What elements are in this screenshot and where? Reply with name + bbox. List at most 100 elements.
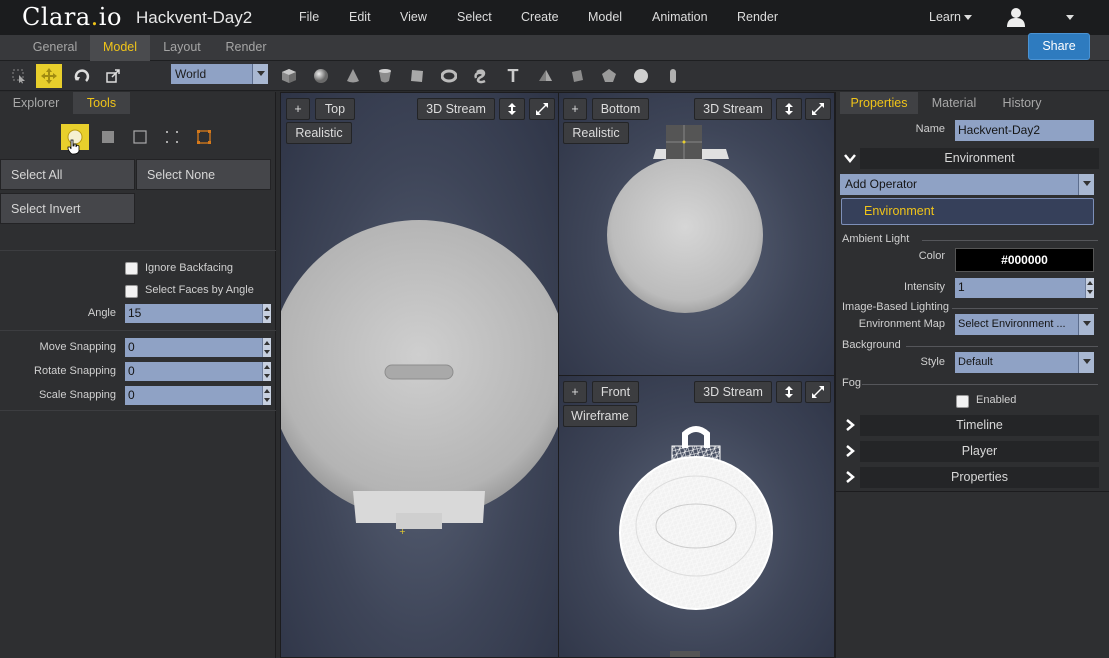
rotate-snapping-input[interactable]: 0	[125, 362, 271, 381]
environment-operator-item[interactable]: Environment	[841, 198, 1094, 225]
menu-file[interactable]: File	[299, 10, 319, 24]
viewport-front-shading-button[interactable]: Wireframe	[563, 405, 637, 427]
select-all-button[interactable]: Select All	[0, 159, 135, 190]
ball-icon[interactable]	[633, 68, 649, 84]
fog-enabled-checkbox[interactable]	[956, 395, 969, 408]
sphere-icon[interactable]	[313, 68, 329, 84]
tab-properties[interactable]: Properties	[840, 92, 918, 114]
clara-logo[interactable]: Clara.io	[22, 3, 122, 31]
tab-render[interactable]: Render	[214, 35, 278, 61]
scale-snapping-input[interactable]: 0	[125, 386, 271, 405]
ambient-color-swatch[interactable]: #000000	[955, 248, 1094, 272]
viewport-top-menu-button[interactable]: +	[286, 98, 310, 120]
spinner-arrows-icon[interactable]	[262, 338, 271, 357]
viewport-front-view-button[interactable]: Front	[592, 381, 639, 403]
menu-render[interactable]: Render	[737, 10, 778, 24]
viewport-top-shading-button[interactable]: Realistic	[286, 122, 352, 144]
viewport-top-view-button[interactable]: Top	[315, 98, 355, 120]
select-faces-by-angle-checkbox[interactable]	[125, 285, 138, 298]
user-menu-caret-icon[interactable]	[1066, 15, 1074, 20]
viewport-bottom-menu-button[interactable]: +	[563, 98, 587, 120]
player-group-header[interactable]: Player	[840, 441, 1099, 462]
spinner-arrows-icon[interactable]	[262, 304, 271, 323]
menu-edit[interactable]: Edit	[349, 10, 371, 24]
environment-map-select[interactable]: Select Environment ...	[955, 314, 1094, 335]
tab-tools[interactable]: Tools	[73, 92, 130, 114]
timeline-group-header[interactable]: Timeline	[840, 415, 1099, 436]
tab-general[interactable]: General	[21, 35, 89, 61]
coordinate-space-select[interactable]: World	[171, 64, 268, 84]
move-icon	[41, 68, 57, 84]
tab-history[interactable]: History	[990, 92, 1054, 114]
element-icon	[197, 130, 211, 144]
ignore-backfacing-checkbox[interactable]	[125, 262, 138, 275]
pyramid-icon[interactable]	[537, 68, 553, 84]
knot-icon[interactable]	[473, 68, 489, 84]
viewport-bottom[interactable]: + Bottom 3D Stream Realistic	[558, 92, 835, 376]
menu-animation[interactable]: Animation	[652, 10, 708, 24]
move-tool-button[interactable]	[36, 64, 62, 88]
menu-model[interactable]: Model	[588, 10, 622, 24]
viewport-front-maximize-vertical-button[interactable]	[776, 381, 802, 403]
spinner-arrows-icon[interactable]	[262, 362, 271, 381]
viewport-bottom-fullscreen-button[interactable]	[805, 98, 831, 120]
divider	[0, 250, 276, 251]
select-element-mode-button[interactable]	[190, 124, 218, 150]
angle-input[interactable]: 15	[125, 304, 271, 323]
menu-select[interactable]: Select	[457, 10, 492, 24]
plane-icon[interactable]	[409, 68, 425, 84]
viewport-bottom-stream-button[interactable]: 3D Stream	[694, 98, 772, 120]
tab-model[interactable]: Model	[90, 35, 150, 61]
tab-layout[interactable]: Layout	[151, 35, 213, 61]
torus-icon[interactable]	[441, 68, 457, 84]
share-button[interactable]: Share	[1028, 33, 1090, 60]
learn-menu[interactable]: Learn	[929, 10, 973, 24]
name-input[interactable]: Hackvent-Day2	[955, 120, 1094, 141]
text-icon[interactable]: T	[505, 67, 521, 85]
tab-material[interactable]: Material	[920, 92, 988, 114]
chevron-down-icon	[1078, 352, 1094, 373]
name-label: Name	[915, 123, 945, 135]
dodecahedron-icon[interactable]	[601, 68, 617, 84]
menu-view[interactable]: View	[400, 10, 427, 24]
cone-icon[interactable]	[345, 68, 361, 84]
capsule-icon[interactable]	[665, 68, 681, 84]
add-operator-select[interactable]: Add Operator	[840, 174, 1094, 195]
viewport-front[interactable]: + Front 3D Stream Wireframe	[558, 375, 835, 658]
select-invert-button[interactable]: Select Invert	[0, 193, 135, 224]
rotate-snapping-label: Rotate Snapping	[34, 365, 116, 377]
tab-explorer[interactable]: Explorer	[0, 92, 72, 114]
environment-group-header[interactable]: Environment	[840, 148, 1099, 169]
viewport-top-stream-button[interactable]: 3D Stream	[417, 98, 495, 120]
viewport-bottom-maximize-vertical-button[interactable]	[776, 98, 802, 120]
coordinate-space-value: World	[175, 67, 207, 81]
user-icon[interactable]	[1005, 6, 1027, 28]
spinner-arrows-icon[interactable]	[1085, 278, 1094, 298]
cube-icon[interactable]	[281, 68, 297, 84]
viewport-front-menu-button[interactable]: +	[563, 381, 587, 403]
cylinder-icon[interactable]	[377, 68, 393, 84]
document-title[interactable]: Hackvent-Day2	[136, 8, 252, 28]
background-style-select[interactable]: Default	[955, 352, 1094, 373]
select-tool-button[interactable]	[6, 64, 32, 88]
properties-group-header[interactable]: Properties	[840, 467, 1099, 488]
spinner-arrows-icon[interactable]	[262, 386, 271, 405]
move-snapping-input[interactable]: 0	[125, 338, 271, 357]
select-none-button[interactable]: Select None	[136, 159, 271, 190]
viewport-bottom-shading-button[interactable]: Realistic	[563, 122, 629, 144]
menu-create[interactable]: Create	[521, 10, 559, 24]
select-edge-mode-button[interactable]	[126, 124, 154, 150]
select-face-mode-button[interactable]	[94, 124, 122, 150]
rotate-tool-button[interactable]	[69, 64, 95, 88]
scale-tool-button[interactable]	[100, 64, 126, 88]
viewport-top-fullscreen-button[interactable]	[529, 98, 555, 120]
viewport-front-stream-button[interactable]: 3D Stream	[694, 381, 772, 403]
main-toolbar: World T	[0, 61, 1109, 91]
viewport-top[interactable]: + + Top 3D Stream Realistic	[280, 92, 559, 658]
ambient-intensity-input[interactable]: 1	[955, 278, 1094, 298]
box-icon[interactable]	[569, 68, 585, 84]
viewport-front-fullscreen-button[interactable]	[805, 381, 831, 403]
select-vertex-mode-button[interactable]	[158, 124, 186, 150]
viewport-top-maximize-vertical-button[interactable]	[499, 98, 525, 120]
viewport-bottom-view-button[interactable]: Bottom	[592, 98, 649, 120]
